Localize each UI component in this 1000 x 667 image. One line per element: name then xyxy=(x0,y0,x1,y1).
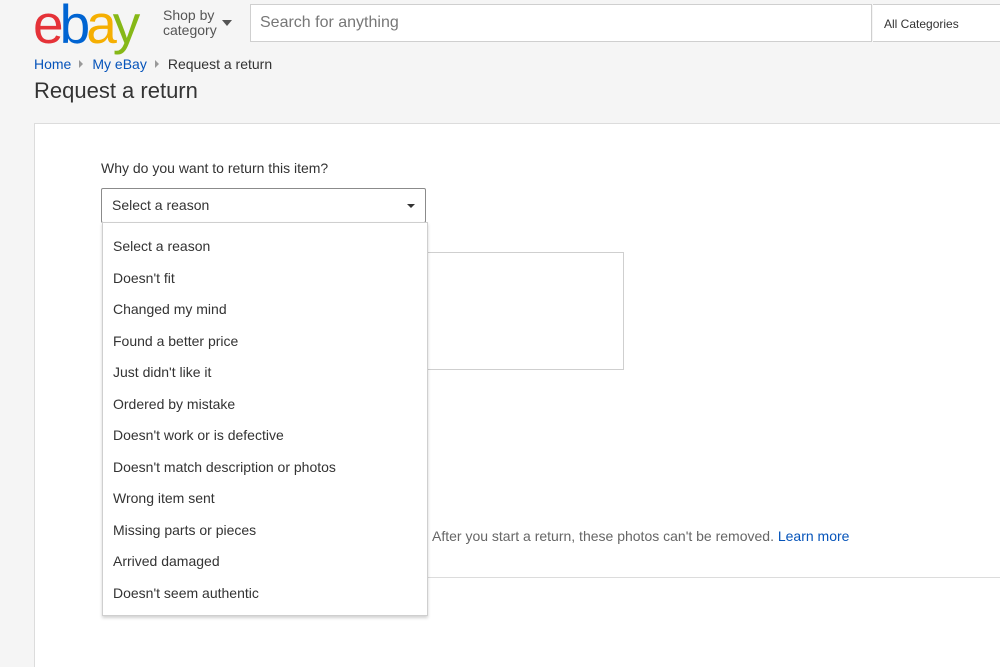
logo-letter-b: b xyxy=(59,0,91,55)
section-divider xyxy=(427,577,1000,578)
return-reason-selected-value: Select a reason xyxy=(112,197,210,213)
reason-option-changed-my-mind[interactable]: Changed my mind xyxy=(103,294,427,326)
breadcrumb-separator-icon xyxy=(154,60,159,68)
logo-letter-a: a xyxy=(86,0,117,55)
logo-letter-e: e xyxy=(33,0,64,55)
comment-textarea[interactable] xyxy=(427,252,624,370)
reason-option-not-authentic[interactable]: Doesn't seem authentic xyxy=(103,578,427,610)
search-input[interactable] xyxy=(251,5,871,41)
category-select[interactable]: All Categories xyxy=(873,4,1000,42)
reason-option-doesnt-match-description[interactable]: Doesn't match description or photos xyxy=(103,452,427,484)
return-reason-select[interactable]: Select a reason xyxy=(101,188,426,223)
reason-option-found-better-price[interactable]: Found a better price xyxy=(103,326,427,358)
page-title: Request a return xyxy=(34,78,198,103)
reason-option-missing-parts[interactable]: Missing parts or pieces xyxy=(103,515,427,547)
breadcrumb-my-ebay-link[interactable]: My eBay xyxy=(92,56,146,72)
reason-option-defective[interactable]: Doesn't work or is defective xyxy=(103,420,427,452)
shop-by-category-button[interactable]: Shop by category xyxy=(163,7,232,38)
breadcrumb-separator-icon xyxy=(79,60,84,68)
breadcrumb-home-link[interactable]: Home xyxy=(34,56,71,72)
reason-option-doesnt-fit[interactable]: Doesn't fit xyxy=(103,263,427,295)
photo-upload-note: After you start a return, these photos c… xyxy=(432,528,849,544)
return-reason-dropdown: Select a reason Doesn't fit Changed my m… xyxy=(102,222,428,616)
learn-more-link[interactable]: Learn more xyxy=(778,528,850,544)
reason-option-select-a-reason[interactable]: Select a reason xyxy=(103,231,427,263)
reason-option-didnt-like-it[interactable]: Just didn't like it xyxy=(103,357,427,389)
photo-note-text: After you start a return, these photos c… xyxy=(432,528,774,544)
reason-option-arrived-damaged[interactable]: Arrived damaged xyxy=(103,546,427,578)
dropdown-arrow-icon xyxy=(407,204,415,208)
return-reason-question: Why do you want to return this item? xyxy=(101,160,329,176)
chevron-down-icon xyxy=(222,20,232,26)
search-bar xyxy=(250,4,872,42)
category-label: category xyxy=(163,22,217,38)
breadcrumb: Home My eBay Request a return xyxy=(34,56,272,72)
reason-option-ordered-by-mistake[interactable]: Ordered by mistake xyxy=(103,389,427,421)
logo-letter-y: y xyxy=(112,0,140,55)
shop-by-label: Shop by xyxy=(163,7,215,23)
reason-option-wrong-item-sent[interactable]: Wrong item sent xyxy=(103,483,427,515)
breadcrumb-current: Request a return xyxy=(167,56,273,72)
page: ebay Shop by category All Categories Hom… xyxy=(0,0,1000,667)
ebay-logo[interactable]: ebay xyxy=(33,0,140,55)
